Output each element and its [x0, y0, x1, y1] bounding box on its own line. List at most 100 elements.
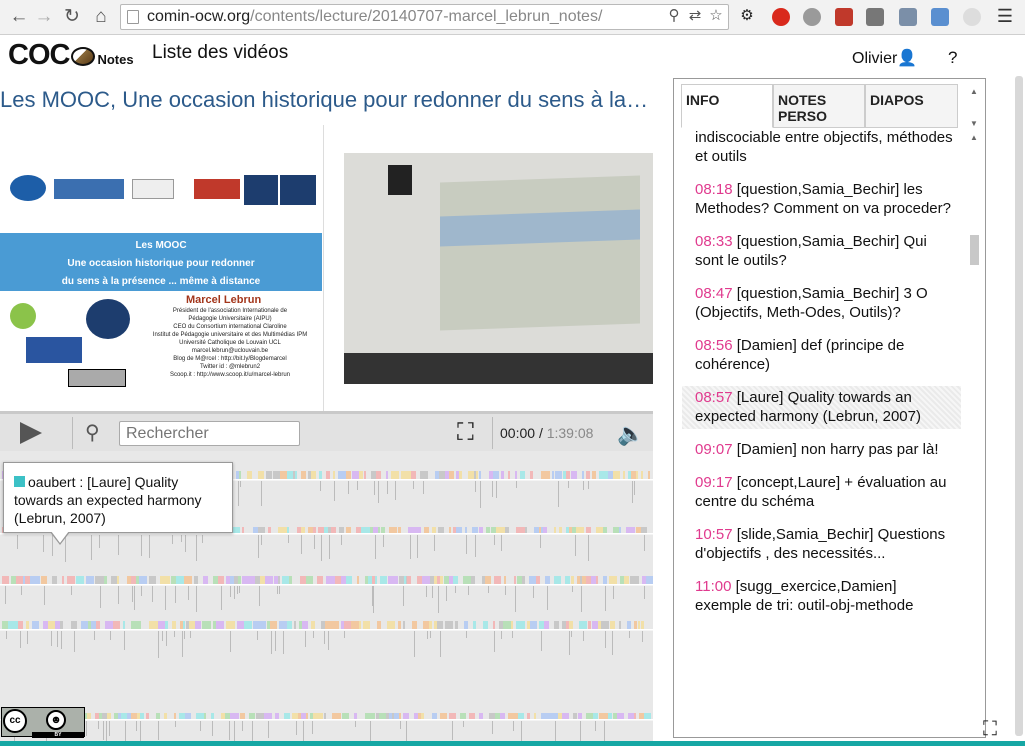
annotation-stem [301, 535, 302, 554]
bookmark-star-icon[interactable]: ☆ [707, 6, 725, 26]
tab-info[interactable]: INFO [681, 84, 773, 128]
annotation-mark [183, 621, 185, 629]
menu-icon[interactable]: ☰ [996, 6, 1014, 26]
annotation-stem [240, 481, 241, 487]
zoom-icon[interactable]: ⚲ [665, 6, 683, 26]
extension-folder-icon[interactable] [931, 8, 949, 26]
back-icon[interactable]: ← [8, 6, 30, 28]
extension-globe-icon[interactable] [803, 8, 821, 26]
annotation-stem [158, 631, 159, 658]
annotation-mark [346, 471, 351, 479]
search-input[interactable] [119, 421, 300, 446]
annotation-stem [268, 721, 269, 738]
search-icon[interactable]: ⚲ [85, 420, 100, 445]
logo-suffix: Notes [97, 52, 134, 67]
annotation-mark [437, 621, 443, 629]
note-timestamp[interactable]: 10:57 [695, 526, 733, 543]
note-item[interactable]: 08:56 [Damien] def (principe de cohérenc… [682, 334, 961, 377]
video-player[interactable] [344, 153, 653, 384]
note-timestamp[interactable]: 09:07 [695, 441, 733, 458]
note-timestamp[interactable]: 08:47 [695, 285, 733, 302]
annotation-stem [152, 586, 153, 602]
scroll-down-arrow-icon[interactable]: ▼ [970, 119, 978, 128]
note-item[interactable]: 11:00 [sugg_exercice,Damien] exemple de … [682, 575, 961, 618]
annotation-stem [475, 535, 476, 557]
video-list-link[interactable]: Liste des vidéos [152, 42, 288, 64]
annotation-stem [103, 721, 104, 740]
note-timestamp[interactable]: 11:00 [695, 578, 731, 595]
note-timestamp[interactable]: 08:33 [695, 233, 733, 250]
note-timestamp[interactable]: 08:18 [695, 181, 733, 198]
note-item[interactable]: 08:33 [question,Samia_Bechir] Qui sont l… [682, 230, 961, 273]
annotation-stem [182, 631, 183, 657]
annotation-mark [456, 527, 462, 533]
note-item[interactable]: 08:47 [question,Samia_Bechir] 3 O (Objec… [682, 282, 961, 325]
window-scrollbar[interactable] [1013, 36, 1025, 736]
annotation-mark [331, 527, 336, 533]
note-item[interactable]: 08:57 [Laure] Quality towards an expecte… [682, 386, 961, 429]
annotation-mark [211, 713, 214, 719]
annotation-mark [387, 621, 395, 629]
annotation-mark [258, 527, 265, 533]
annotation-mark [293, 471, 295, 479]
note-item[interactable]: 09:07 [Damien] non harry pas par là! [682, 438, 961, 462]
annotation-stem [44, 586, 45, 605]
annotation-stem [417, 535, 418, 558]
extension-info-icon[interactable] [963, 8, 981, 26]
extension-red-icon[interactable] [835, 8, 853, 26]
scroll-thumb[interactable] [970, 235, 979, 265]
annotation-stem [118, 535, 119, 555]
expand-icon[interactable]: ⛶ [983, 718, 997, 741]
help-link[interactable]: ? [948, 48, 957, 68]
annotation-stem [644, 586, 645, 599]
duration: 1:39:08 [546, 425, 594, 441]
address-bar[interactable]: comin-ocw.org/contents/lecture/20140707-… [120, 4, 729, 30]
scroll-up-arrow-icon[interactable]: ▲ [970, 87, 978, 96]
annotation-stem [100, 586, 101, 608]
extension-edit-icon[interactable] [899, 8, 917, 26]
tab-notes-perso[interactable]: NOTES PERSO [773, 84, 865, 128]
volume-icon[interactable]: 🔈 [617, 421, 644, 447]
annotation-mark [641, 621, 644, 629]
cc-icon: cc [3, 709, 27, 733]
forward-icon[interactable]: → [33, 6, 55, 28]
annotation-mark [123, 621, 125, 629]
annotation-mark [418, 713, 421, 719]
scroll-up-arrow-icon[interactable]: ▲ [970, 133, 978, 142]
home-icon[interactable]: ⌂ [90, 6, 112, 28]
annotation-mark [459, 471, 462, 479]
note-item[interactable]: indiscociable entre objectifs, méthodes … [682, 129, 961, 169]
annotation-stem [110, 631, 111, 640]
annotation-stem [181, 535, 182, 542]
annotation-mark [203, 576, 208, 584]
annotation-mark [565, 576, 570, 584]
extension-css-icon[interactable] [866, 8, 884, 26]
annotation-stem [200, 721, 201, 731]
note-item[interactable]: 08:18 [question,Samia_Bechir] les Method… [682, 178, 961, 221]
annotation-mark [619, 527, 621, 533]
annotation-stem [17, 535, 18, 549]
translate-icon[interactable]: ⇄ [686, 6, 704, 26]
user-menu[interactable]: Olivier👤 [852, 48, 917, 68]
note-timestamp[interactable]: 09:17 [695, 474, 733, 491]
note-timestamp[interactable]: 08:57 [695, 389, 733, 406]
annotation-stem [452, 721, 453, 740]
extension-opera-icon[interactable] [772, 8, 790, 26]
note-item[interactable]: 09:17 [concept,Laure] + évaluation au ce… [682, 471, 961, 514]
window-scroll-thumb[interactable] [1015, 76, 1023, 736]
settings-gear-icon[interactable]: ⚙ [738, 6, 756, 26]
tab-diapos[interactable]: DIAPOS [865, 84, 958, 128]
annotation-mark [624, 576, 629, 584]
annotation-mark [529, 576, 537, 584]
notes-scrollbar[interactable]: ▲ ▼ ▲ [968, 83, 982, 719]
app-logo[interactable]: COC Notes [8, 39, 134, 72]
fullscreen-icon[interactable]: ⛶ [457, 419, 474, 447]
ipm-logo [26, 337, 82, 363]
annotation-mark [30, 576, 40, 584]
annotation-stem [605, 586, 606, 611]
cc-license-badge[interactable]: cc ☻ BY [1, 707, 85, 738]
play-button[interactable] [20, 422, 42, 444]
note-item[interactable]: 10:57 [slide,Samia_Bechir] Questions d'o… [682, 523, 961, 566]
reload-icon[interactable]: ↻ [61, 6, 83, 28]
note-timestamp[interactable]: 08:56 [695, 337, 733, 354]
